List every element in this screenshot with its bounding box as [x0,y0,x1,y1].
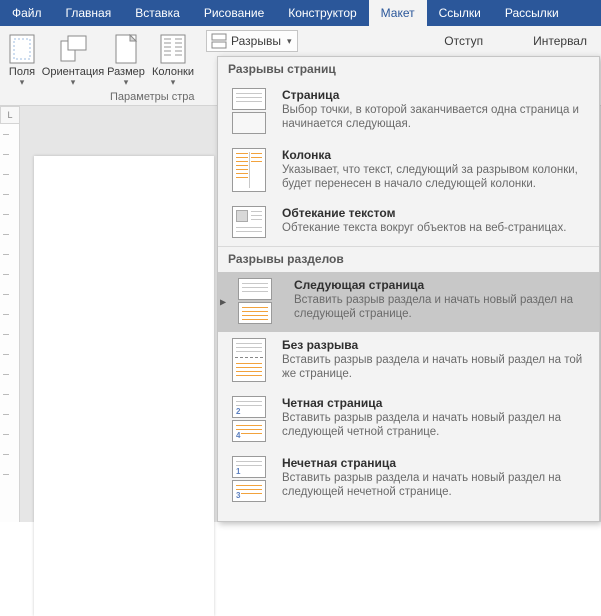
breaks-label: Разрывы [231,34,281,48]
item-title: Нечетная страница [282,456,589,470]
indent-label: Отступ [444,34,483,48]
item-title: Колонка [282,148,589,162]
page-setup-group: Поля ▾ Ориентация ▾ Размер ▾ [0,26,200,86]
orientation-icon [58,34,88,64]
next-page-break-icon [234,278,276,324]
tab-references[interactable]: Ссылки [427,0,493,26]
columns-icon [160,34,186,64]
item-desc: Указывает, что текст, следующий за разры… [282,163,589,191]
spacing-label: Интервал [533,34,587,48]
chevron-down-icon: ▾ [20,78,25,86]
group-caption: Параметры стра [110,91,194,103]
break-column[interactable]: Колонка Указывает, что текст, следующий … [218,142,599,200]
vertical-ruler [0,124,20,522]
breaks-icon [211,33,227,49]
page-breaks-header: Разрывы страниц [218,57,599,82]
columns-button[interactable]: Колонки ▾ [148,30,198,86]
break-page[interactable]: Страница Выбор точки, в которой заканчив… [218,82,599,142]
item-desc: Вставить разрыв раздела и начать новый р… [282,471,589,499]
chevron-down-icon: ▾ [124,78,129,86]
item-title: Страница [282,88,589,102]
tab-insert[interactable]: Вставка [123,0,192,26]
item-desc: Вставить разрыв раздела и начать новый р… [282,353,589,381]
text-wrap-break-icon [228,206,270,238]
item-desc: Вставить разрыв раздела и начать новый р… [294,293,589,321]
item-title: Следующая страница [294,278,589,292]
ruler-corner: L [0,106,20,124]
section-breaks-header: Разрывы разделов [218,247,599,272]
tab-home[interactable]: Главная [54,0,124,26]
break-odd-page[interactable]: 1 3 Нечетная страница Вставить разрыв ра… [218,450,599,510]
break-next-page[interactable]: Следующая страница Вставить разрыв разде… [218,272,599,332]
item-title: Обтекание текстом [282,206,589,220]
margins-icon [8,34,36,64]
page-break-icon [228,88,270,134]
item-title: Четная страница [282,396,589,410]
odd-page-break-icon: 1 3 [228,456,270,502]
break-continuous[interactable]: Без разрыва Вставить разрыв раздела и на… [218,332,599,390]
item-title: Без разрыва [282,338,589,352]
break-even-page[interactable]: 2 4 Четная страница Вставить разрыв разд… [218,390,599,450]
break-text-wrapping[interactable]: Обтекание текстом Обтекание текста вокру… [218,200,599,246]
margins-button[interactable]: Поля ▾ [2,30,42,86]
orientation-button[interactable]: Ориентация ▾ [42,30,104,86]
item-desc: Выбор точки, в которой заканчивается одн… [282,103,589,131]
page[interactable] [34,156,214,616]
item-desc: Обтекание текста вокруг объектов на веб-… [282,221,589,235]
chevron-down-icon: ▾ [171,78,176,86]
size-icon [114,34,138,64]
item-desc: Вставить разрыв раздела и начать новый р… [282,411,589,439]
tab-layout[interactable]: Макет [369,0,427,26]
chevron-down-icon: ▾ [71,78,76,86]
size-button[interactable]: Размер ▾ [104,30,148,86]
tab-file[interactable]: Файл [0,0,54,26]
ribbon-tabs: Файл Главная Вставка Рисование Конструкт… [0,0,601,26]
column-break-icon [228,148,270,192]
tab-draw[interactable]: Рисование [192,0,276,26]
continuous-break-icon [228,338,270,382]
breaks-dropdown: Разрывы страниц Страница Выбор точки, в … [217,56,600,522]
chevron-down-icon: ▾ [287,36,292,47]
breaks-button[interactable]: Разрывы ▾ [206,30,298,52]
tab-design[interactable]: Конструктор [276,0,368,26]
tab-mailings[interactable]: Рассылки [493,0,571,26]
even-page-break-icon: 2 4 [228,396,270,442]
ribbon-right: Отступ Интервал [414,26,601,48]
